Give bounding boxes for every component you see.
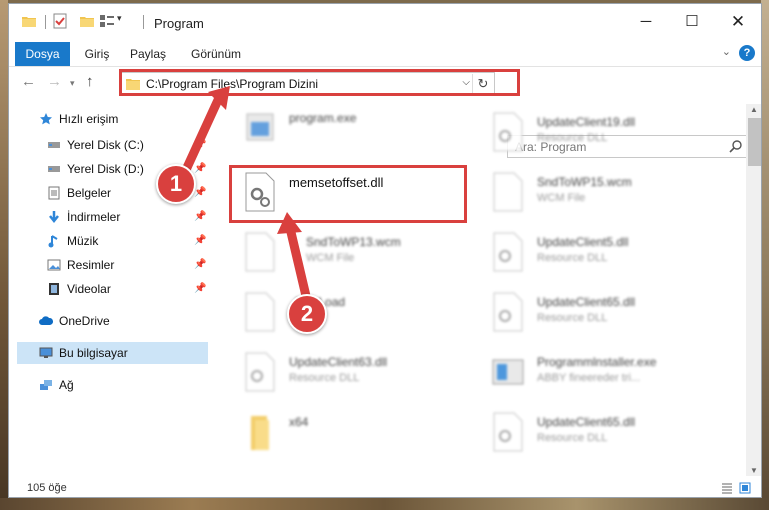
step-badge-2: 2 — [287, 294, 327, 334]
callout-arrows — [180, 86, 311, 301]
step-badge-1: 1 — [156, 164, 196, 204]
